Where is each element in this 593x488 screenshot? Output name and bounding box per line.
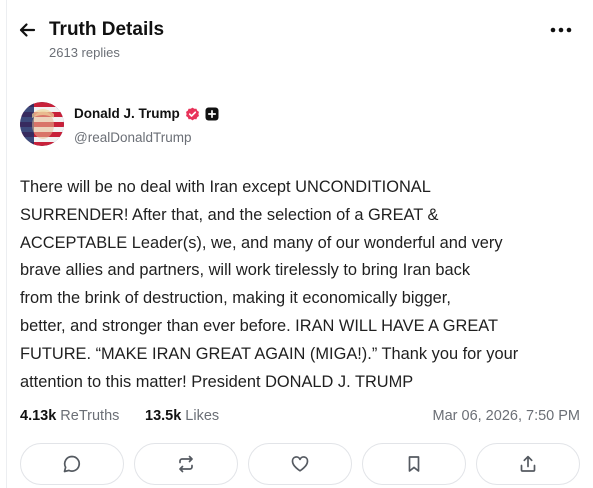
post-body: There will be no deal with Iran except U…: [20, 178, 519, 391]
likes-label: Likes: [185, 408, 220, 424]
heart-icon: [291, 456, 309, 472]
post-author: Donald J. Trump @realDonaldTrump: [20, 102, 420, 148]
avatar[interactable]: [20, 102, 64, 146]
post-timestamp: Mar 06, 2026, 7:50 PM: [432, 408, 581, 424]
bookmark-button[interactable]: [362, 443, 466, 485]
avatar-image: [20, 102, 64, 146]
reply-button[interactable]: [20, 443, 124, 485]
share-icon: [520, 455, 536, 472]
more-options-button[interactable]: [547, 18, 575, 42]
retruths-count: 4.13k: [20, 408, 57, 424]
author-name-row[interactable]: Donald J. Trump: [74, 106, 219, 122]
comment-icon: [63, 455, 81, 473]
more-horizontal-icon: [550, 27, 572, 33]
action-bar: [20, 443, 580, 487]
repost-icon: [179, 455, 193, 473]
plus-badge-icon: [205, 107, 219, 121]
share-button[interactable]: [476, 443, 580, 485]
reply-count: 2613 replies: [49, 45, 120, 60]
page-title: Truth Details: [49, 19, 165, 40]
back-button[interactable]: [15, 18, 39, 42]
retruths-label: ReTruths: [60, 408, 120, 424]
like-button[interactable]: [248, 443, 352, 485]
likes-count: 13.5k: [145, 408, 182, 424]
arrow-left-icon: [19, 23, 36, 37]
verified-badge-icon: [185, 107, 200, 122]
bookmark-icon: [408, 456, 420, 472]
author-name: Donald J. Trump: [74, 106, 180, 121]
page-header: Truth Details 2613 replies: [15, 14, 575, 66]
author-handle[interactable]: @realDonaldTrump: [74, 130, 192, 146]
retruths-stat[interactable]: 4.13k ReTruths: [20, 406, 119, 426]
likes-stat[interactable]: 13.5k Likes: [145, 406, 219, 426]
post-stats: 4.13k ReTruths 13.5k Likes Mar 06, 2026,…: [20, 406, 580, 426]
retruth-button[interactable]: [134, 443, 238, 485]
